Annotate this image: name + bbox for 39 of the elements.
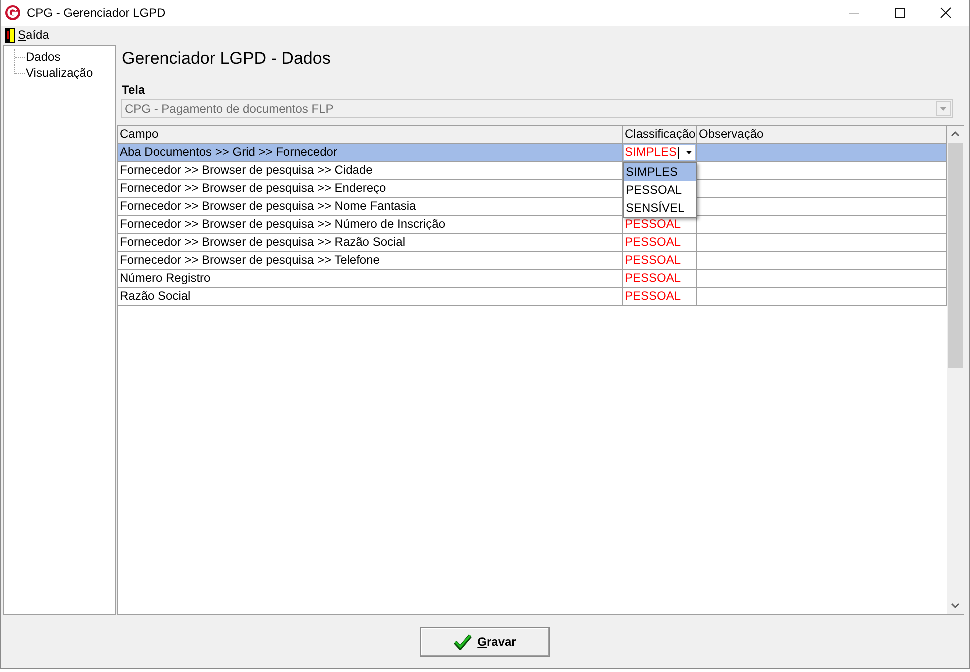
dropdown-option[interactable]: SENSÍVEL: [624, 199, 696, 217]
table-cell: Fornecedor >> Browser de pesquisa >> Telefone: [118, 252, 623, 270]
scrollbar-thumb[interactable]: [948, 143, 963, 368]
menu-item[interactable]: Saída: [17, 28, 50, 42]
table-cell: Fornecedor >> Browser de pesquisa >> Endereço: [118, 180, 623, 198]
field-label: Tela: [121, 82, 146, 96]
table-cell: Fornecedor >> Browser de pesquisa >> Cidade: [118, 162, 623, 180]
table-row[interactable]: Fornecedor >> Browser de pesquisa >> Razão Social PESSOAL: [118, 234, 947, 252]
classification-editor[interactable]: SIMPLES: [624, 145, 695, 160]
page-heading: Gerenciador LGPD - Dados: [121, 48, 332, 70]
table-row[interactable]: Número Registro PESSOAL: [118, 270, 947, 288]
table-cell: PESSOAL: [623, 270, 697, 288]
tree-item[interactable]: Visualização: [26, 66, 94, 80]
table-cell: PESSOAL: [623, 288, 697, 306]
column-header[interactable]: Campo: [118, 126, 623, 144]
table-cell: Fornecedor >> Browser de pesquisa >> Número de Inscrição: [118, 216, 623, 234]
dropdown-option[interactable]: PESSOAL: [624, 181, 696, 199]
save-button[interactable]: Gravar: [420, 626, 550, 656]
table-cell: Número Registro: [118, 270, 623, 288]
table-row[interactable]: Aba Documentos >> Grid >> Fornecedor SIMPLES: [118, 144, 947, 162]
table-cell: Aba Documentos >> Grid >> Fornecedor: [118, 144, 623, 162]
table-cell: Fornecedor >> Browser de pesquisa >> Razão Social: [118, 234, 623, 252]
dropdown-option[interactable]: SIMPLES: [624, 163, 696, 181]
door-exit-icon: [5, 28, 15, 42]
tree-item[interactable]: Dados: [26, 50, 61, 64]
vertical-scrollbar[interactable]: [947, 126, 964, 614]
column-header[interactable]: Classificação: [623, 126, 697, 144]
table-row[interactable]: Fornecedor >> Browser de pesquisa >> Telefone PESSOAL: [118, 252, 947, 270]
app-logo-icon: [5, 5, 21, 21]
table-cell: PESSOAL: [623, 252, 697, 270]
window-title: CPG - Gerenciador LGPD: [27, 6, 167, 20]
table-cell: PESSOAL: [623, 216, 697, 234]
checkmark-icon: [454, 634, 472, 650]
table-row[interactable]: Razão Social PESSOAL: [118, 288, 947, 306]
table-cell: Fornecedor >> Browser de pesquisa >> Nome Fantasia: [118, 198, 623, 216]
table-row[interactable]: Fornecedor >> Browser de pesquisa >> Número de Inscrição PESSOAL: [118, 216, 947, 234]
table-cell: Razão Social: [118, 288, 623, 306]
column-header[interactable]: Observação: [697, 126, 947, 144]
table-cell: PESSOAL: [623, 234, 697, 252]
